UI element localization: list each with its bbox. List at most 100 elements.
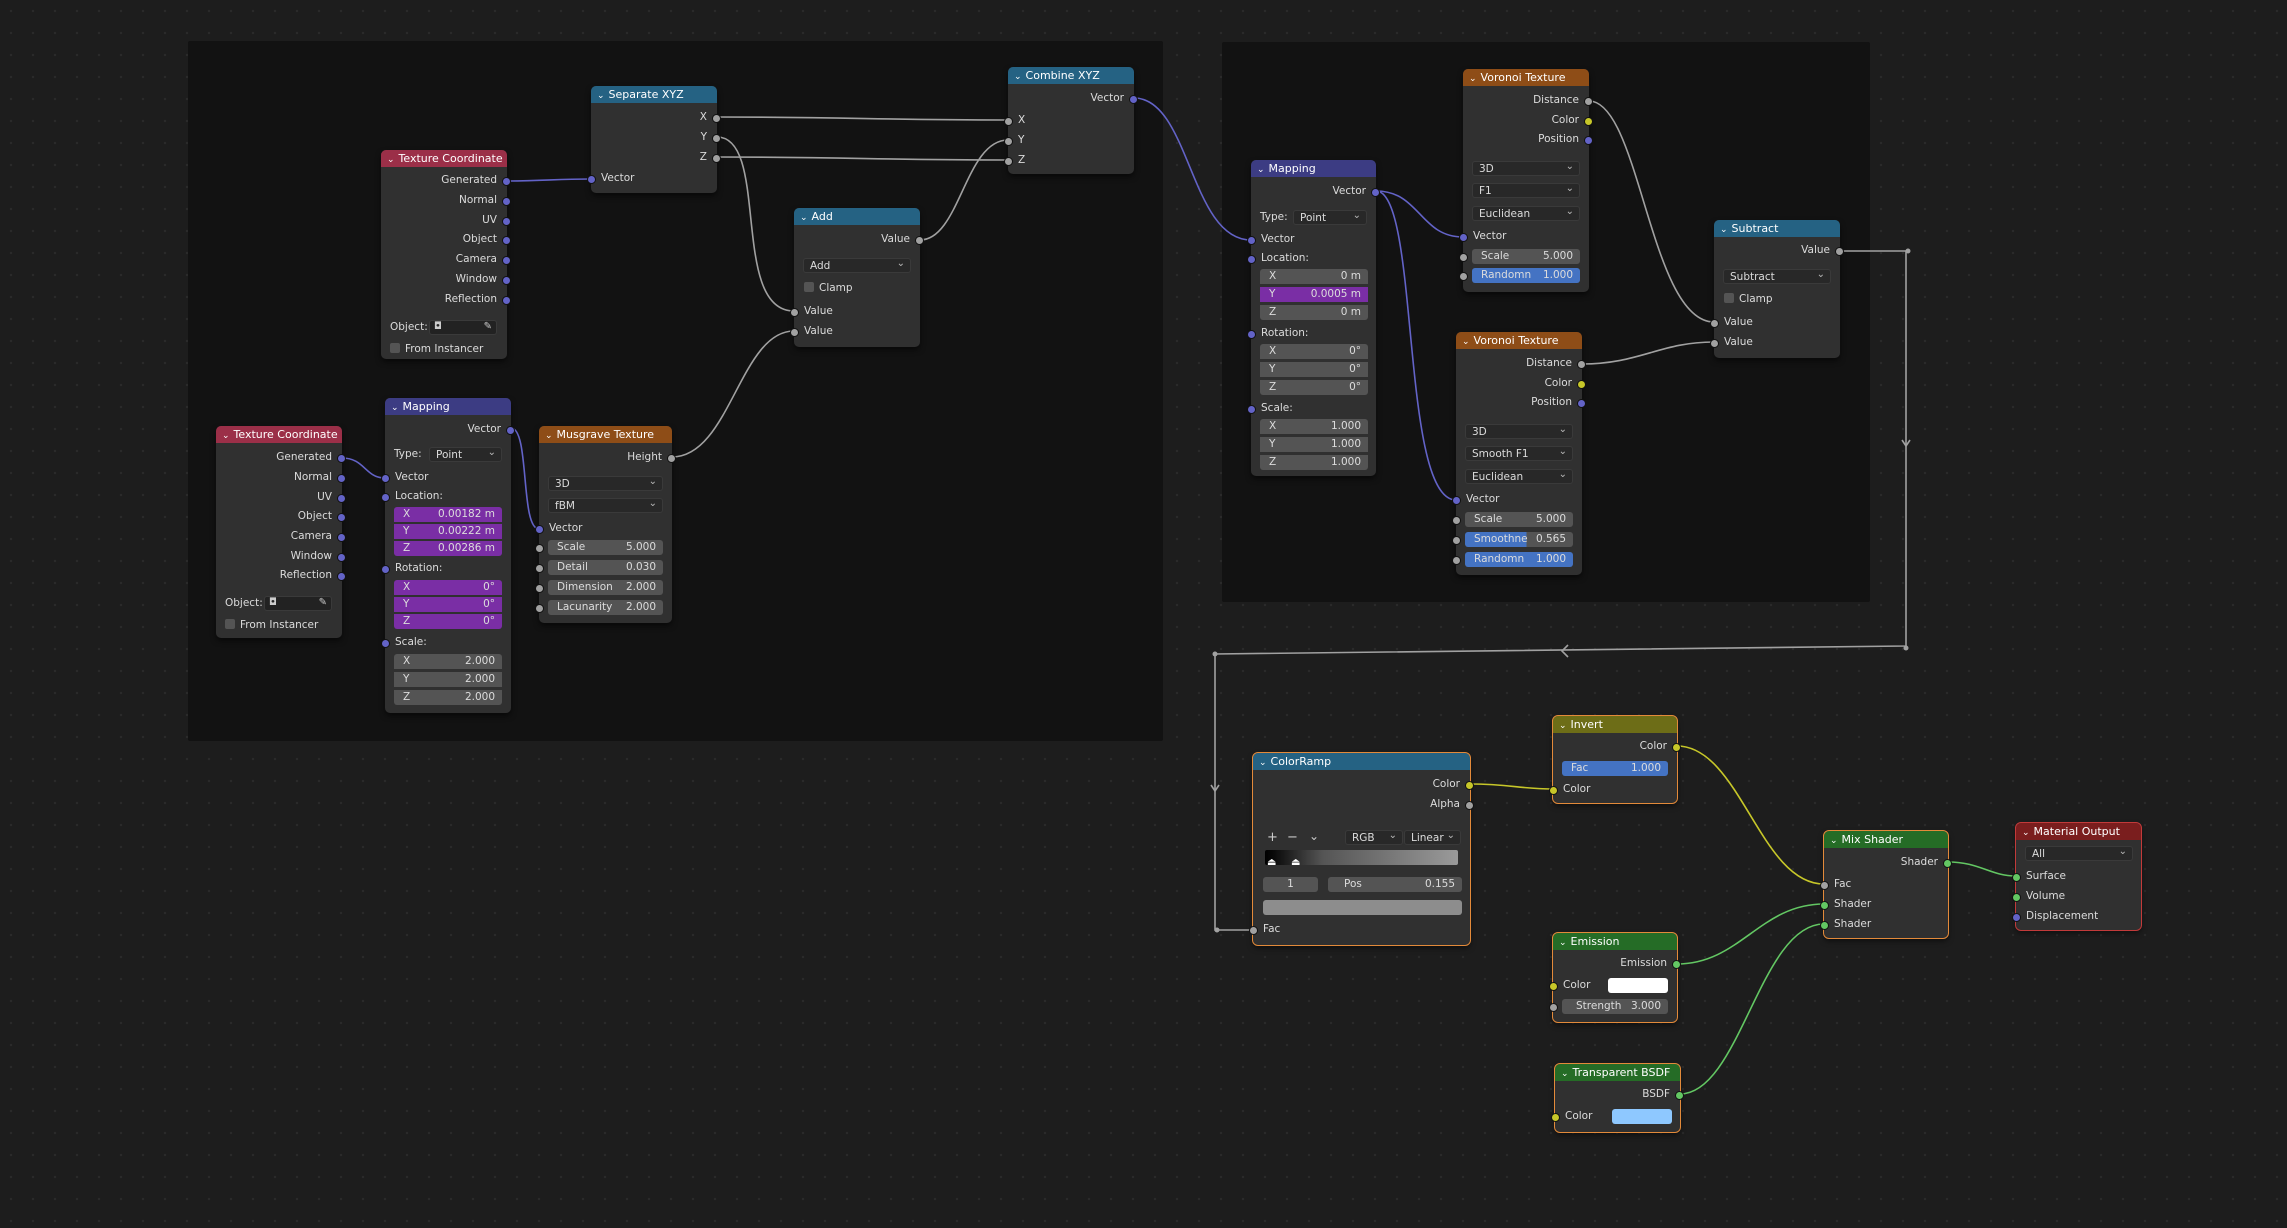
rotation-x-field[interactable]: X 0° <box>1260 344 1368 359</box>
scale-x-field[interactable]: X 1.000 <box>1260 419 1368 434</box>
output-socket[interactable] <box>337 454 346 463</box>
node-separate-xyz[interactable]: ⌄ Separate XYZ X Y Z Vector <box>587 86 721 193</box>
rotation-z-field[interactable]: Z 0° <box>1260 380 1368 395</box>
node-editor-canvas[interactable]: ⌄ Texture Coordinate Generated Normal UV … <box>0 0 2287 1228</box>
type-dropdown[interactable]: Point <box>429 445 502 462</box>
input-socket[interactable] <box>1452 556 1461 565</box>
operation-dropdown[interactable]: Add <box>803 256 911 273</box>
eyedropper-icon[interactable]: ✎ <box>484 321 492 332</box>
strength-field[interactable]: Strength 3.000 <box>1562 999 1668 1014</box>
distance-metric-dropdown[interactable]: Euclidean <box>1472 204 1580 221</box>
output-socket[interactable] <box>502 197 511 206</box>
output-socket[interactable] <box>506 426 515 435</box>
randomness-slider[interactable]: Randomn 1.000 <box>1472 268 1580 283</box>
input-socket[interactable] <box>1459 253 1468 262</box>
input-socket[interactable] <box>1820 901 1829 910</box>
input-socket[interactable] <box>1004 137 1013 146</box>
output-socket[interactable] <box>337 572 346 581</box>
node-header[interactable]: ⌄ Transparent BSDF <box>1555 1064 1680 1081</box>
input-socket[interactable] <box>381 565 390 574</box>
color-mode-dropdown[interactable]: RGB <box>1345 828 1403 845</box>
node-color-ramp[interactable]: ⌄ColorRamp Color Alpha + − ⌄ RGB Linear … <box>1249 752 1474 946</box>
dimensions-dropdown[interactable]: 3D <box>1465 422 1573 439</box>
input-socket[interactable] <box>1004 117 1013 126</box>
input-socket[interactable] <box>1247 405 1256 414</box>
collapse-icon[interactable]: ⌄ <box>545 428 553 443</box>
location-x-field[interactable]: X0 m <box>1260 269 1368 284</box>
output-socket[interactable] <box>712 154 721 163</box>
distance-metric-dropdown[interactable]: Euclidean <box>1465 467 1573 484</box>
output-socket[interactable] <box>502 276 511 285</box>
rotation-z-field[interactable]: Z 0° <box>394 614 502 629</box>
input-socket[interactable] <box>535 584 544 593</box>
node-header[interactable]: ⌄ Texture Coordinate <box>216 426 342 443</box>
output-socket[interactable] <box>502 177 511 186</box>
input-socket[interactable] <box>535 544 544 553</box>
output-socket[interactable] <box>1129 95 1138 104</box>
input-socket[interactable] <box>535 604 544 613</box>
output-socket[interactable] <box>337 494 346 503</box>
output-socket[interactable] <box>337 533 346 542</box>
input-socket[interactable] <box>1549 982 1558 991</box>
node-musgrave-texture[interactable]: ⌄Musgrave Texture Height 3D fBM Vector S… <box>535 426 676 623</box>
collapse-icon[interactable]: ⌄ <box>391 400 399 415</box>
ramp-menu-icon[interactable]: ⌄ <box>1309 829 1319 843</box>
node-voronoi-texture-2[interactable]: ⌄ Voronoi Texture Distance Color Position… <box>1452 332 1586 575</box>
input-socket[interactable] <box>1551 1113 1560 1122</box>
scale-y-field[interactable]: Y 1.000 <box>1260 437 1368 452</box>
collapse-icon[interactable]: ⌄ <box>1257 162 1265 177</box>
randomness-slider[interactable]: Randomn 1.000 <box>1465 552 1573 567</box>
lacunarity-field[interactable]: Lacunarity 2.000 <box>548 600 663 615</box>
rotation-y-field[interactable]: Y 0° <box>1260 362 1368 377</box>
output-socket[interactable] <box>1465 781 1474 790</box>
collapse-icon[interactable]: ⌄ <box>2022 825 2030 840</box>
input-socket[interactable] <box>1247 330 1256 339</box>
node-emission[interactable]: ⌄ Emission Emission Color Strength 3.000 <box>1549 932 1681 1023</box>
output-socket[interactable] <box>1584 136 1593 145</box>
input-socket[interactable] <box>1710 319 1719 328</box>
stop-index-field[interactable]: 1 <box>1263 877 1318 892</box>
node-texture-coordinate-2[interactable]: ⌄ Texture Coordinate Generated Normal UV … <box>216 426 346 638</box>
input-socket[interactable] <box>1549 786 1558 795</box>
input-socket[interactable] <box>1247 255 1256 264</box>
node-header[interactable]: ⌄ Musgrave Texture <box>539 426 672 443</box>
input-socket[interactable] <box>1459 272 1468 281</box>
input-socket[interactable] <box>1820 881 1829 890</box>
input-socket[interactable] <box>1004 157 1013 166</box>
output-socket[interactable] <box>1371 188 1380 197</box>
detail-field[interactable]: Detail 0.030 <box>548 560 663 575</box>
node-invert[interactable]: ⌄ Invert Color Fac 1.000 Color <box>1549 715 1681 804</box>
eyedropper-icon[interactable]: ✎ <box>319 597 327 608</box>
output-socket[interactable] <box>502 217 511 226</box>
scale-x-field[interactable]: X 2.000 <box>394 654 502 669</box>
output-socket[interactable] <box>1577 380 1586 389</box>
node-mix-shader[interactable]: ⌄ Mix Shader Shader Fac Shader Shader <box>1820 830 1952 939</box>
input-socket[interactable] <box>535 564 544 573</box>
location-x-field[interactable]: X 0.00182 m <box>394 507 502 522</box>
collapse-icon[interactable]: ⌄ <box>597 88 605 103</box>
input-socket[interactable] <box>381 493 390 502</box>
node-header[interactable]: ⌄ Material Output <box>2016 823 2141 840</box>
collapse-icon[interactable]: ⌄ <box>1469 71 1477 86</box>
output-socket[interactable] <box>1672 743 1681 752</box>
input-socket[interactable] <box>1452 516 1461 525</box>
node-header[interactable]: ⌄ Texture Coordinate <box>381 150 507 167</box>
type-dropdown[interactable]: Point <box>1293 208 1367 225</box>
output-socket[interactable] <box>712 134 721 143</box>
collapse-icon[interactable]: ⌄ <box>1014 69 1022 84</box>
input-socket[interactable] <box>1247 236 1256 245</box>
node-header[interactable]: ⌄ Voronoi Texture <box>1463 69 1589 86</box>
input-socket[interactable] <box>1710 339 1719 348</box>
node-mapping-1[interactable]: ⌄Mapping Vector Type: Point Vector Locat… <box>381 398 515 713</box>
collapse-icon[interactable]: ⌄ <box>800 210 808 225</box>
output-socket[interactable] <box>712 114 721 123</box>
object-field[interactable]: ◘ ✎ <box>264 596 332 611</box>
node-math-subtract[interactable]: ⌄Subtract Value Subtract Clamp Value Val… <box>1710 220 1844 358</box>
output-socket[interactable] <box>1577 399 1586 408</box>
location-y-field[interactable]: Y 0.00222 m <box>394 524 502 539</box>
location-z-field[interactable]: Z 0.00286 m <box>394 541 502 556</box>
output-socket[interactable] <box>667 454 676 463</box>
interpolation-dropdown[interactable]: Linear <box>1404 828 1461 845</box>
node-material-output[interactable]: ⌄Material Output All Surface Volume Disp… <box>2012 822 2142 931</box>
output-socket[interactable] <box>1465 801 1474 810</box>
